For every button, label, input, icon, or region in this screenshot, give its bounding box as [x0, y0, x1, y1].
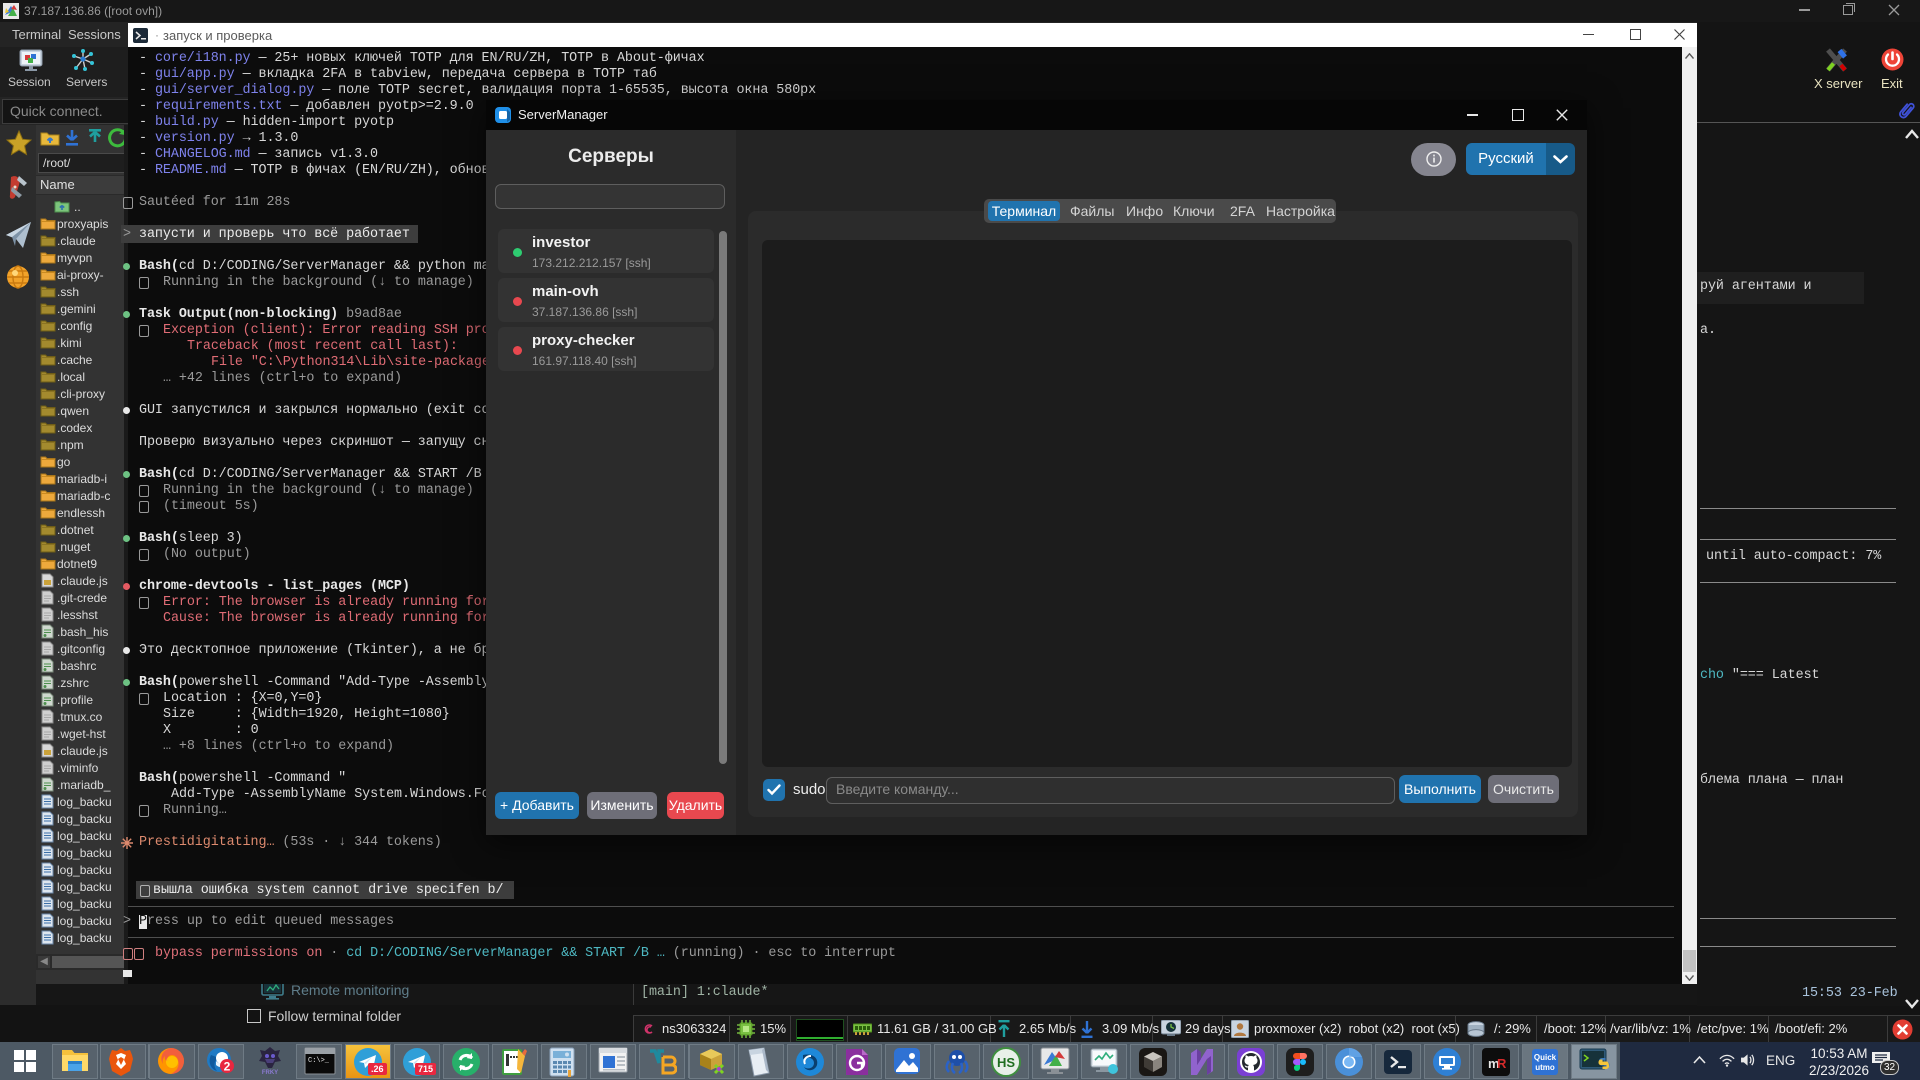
svg-text:Quick: Quick — [1534, 1053, 1557, 1062]
svg-text:FRKY: FRKY — [262, 1070, 278, 1076]
svg-text:R: R — [1497, 1056, 1507, 1071]
svg-text:utmo: utmo — [1535, 1063, 1555, 1072]
svg-text:HS: HS — [997, 1055, 1015, 1070]
svg-text:C:\>_: C:\>_ — [308, 1057, 330, 1065]
svg-text:2: 2 — [224, 1060, 231, 1074]
